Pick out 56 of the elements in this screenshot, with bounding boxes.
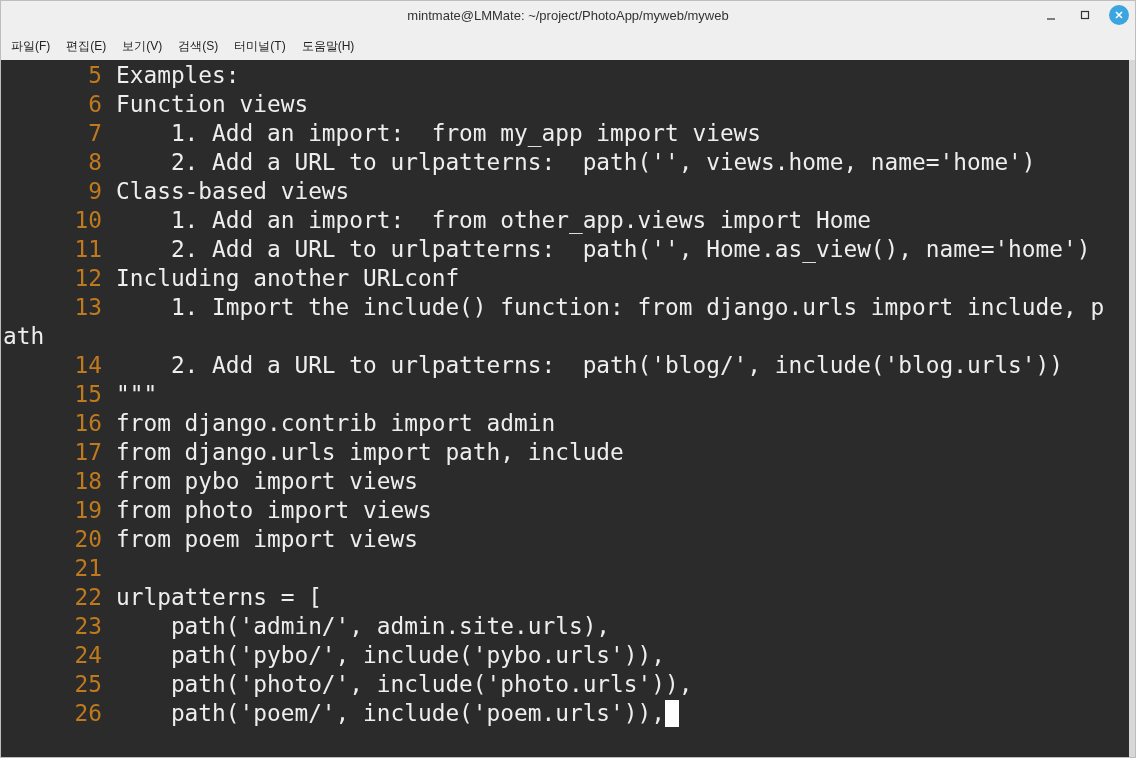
minimize-icon [1047, 18, 1055, 20]
code-line: path('poem/', include('poem.urls')), [169, 699, 665, 728]
menu-item[interactable]: 터미널(T) [233, 36, 287, 55]
window-title: mintmate@LMMate: ~/project/PhotoApp/myweb/myweb [407, 7, 729, 26]
menu-item[interactable]: 보기(V) [121, 36, 164, 55]
code-line: from django.contrib import admin [116, 409, 556, 438]
line-number: 11 [73, 235, 102, 264]
line-number: 14 [73, 351, 102, 380]
line-number: 21 [73, 554, 102, 583]
line-number: 25 [73, 670, 102, 699]
code-line: from pybo import views [116, 467, 418, 496]
code-line: Including another URLconf [116, 264, 460, 293]
code-line: 2. Add a URL to urlpatterns: path('blog/', include('blog.urls')) [169, 351, 1064, 380]
line-number: 15 [73, 380, 102, 409]
code-line: Class-based views [116, 177, 350, 206]
line-number: 10 [73, 206, 102, 235]
code-line: path('photo/', include('photo.urls')), [169, 670, 693, 699]
code-line: 2. Add a URL to urlpatterns: path('', Home.as_view(), name='home') [169, 235, 1091, 264]
code-line: urlpatterns = [ [116, 583, 322, 612]
close-button[interactable] [1109, 5, 1129, 25]
line-number: 13 [73, 293, 102, 322]
line-number: 18 [73, 467, 102, 496]
line-number: 22 [73, 583, 102, 612]
code-line: path('pybo/', include('pybo.urls')), [169, 641, 665, 670]
line-number: 24 [73, 641, 102, 670]
code-line: from photo import views [116, 496, 432, 525]
line-number: 8 [87, 148, 102, 177]
line-number: 26 [73, 699, 102, 728]
line-number: 16 [73, 409, 102, 438]
menu-item[interactable]: 편집(E) [65, 36, 108, 55]
line-number: 12 [73, 264, 102, 293]
scrollbar[interactable] [1129, 60, 1135, 757]
code-line: Examples: [116, 61, 240, 90]
line-number: 17 [73, 438, 102, 467]
menu-item[interactable]: 검색(S) [177, 36, 220, 55]
line-number: 7 [87, 119, 102, 148]
code-line: ath [2, 322, 45, 351]
line-number: 6 [87, 90, 102, 119]
code-line: from django.urls import path, include [116, 438, 624, 467]
code-line: 1. Import the include() function: from django.urls import include, p [169, 293, 1105, 322]
code-line: 2. Add a URL to urlpatterns: path('', views.home, name='home') [169, 148, 1036, 177]
code-line: 1. Add an import: from other_app.views import Home [169, 206, 871, 235]
line-number: 19 [73, 496, 102, 525]
code-line: Function views [116, 90, 309, 119]
code-line: 1. Add an import: from my_app import views [169, 119, 762, 148]
line-number: 23 [73, 612, 102, 641]
line-number: 5 [87, 61, 102, 90]
line-number: 9 [87, 177, 102, 206]
code-line: """ [116, 380, 158, 409]
maximize-icon [1080, 10, 1090, 20]
code-line: path('admin/', admin.site.urls), [169, 612, 611, 641]
menu-item[interactable]: 도움말(H) [300, 36, 356, 55]
menu-item[interactable]: 파일(F) [10, 36, 52, 55]
close-icon [1114, 10, 1124, 20]
code-line: from poem import views [116, 525, 418, 554]
line-number: 20 [73, 525, 102, 554]
